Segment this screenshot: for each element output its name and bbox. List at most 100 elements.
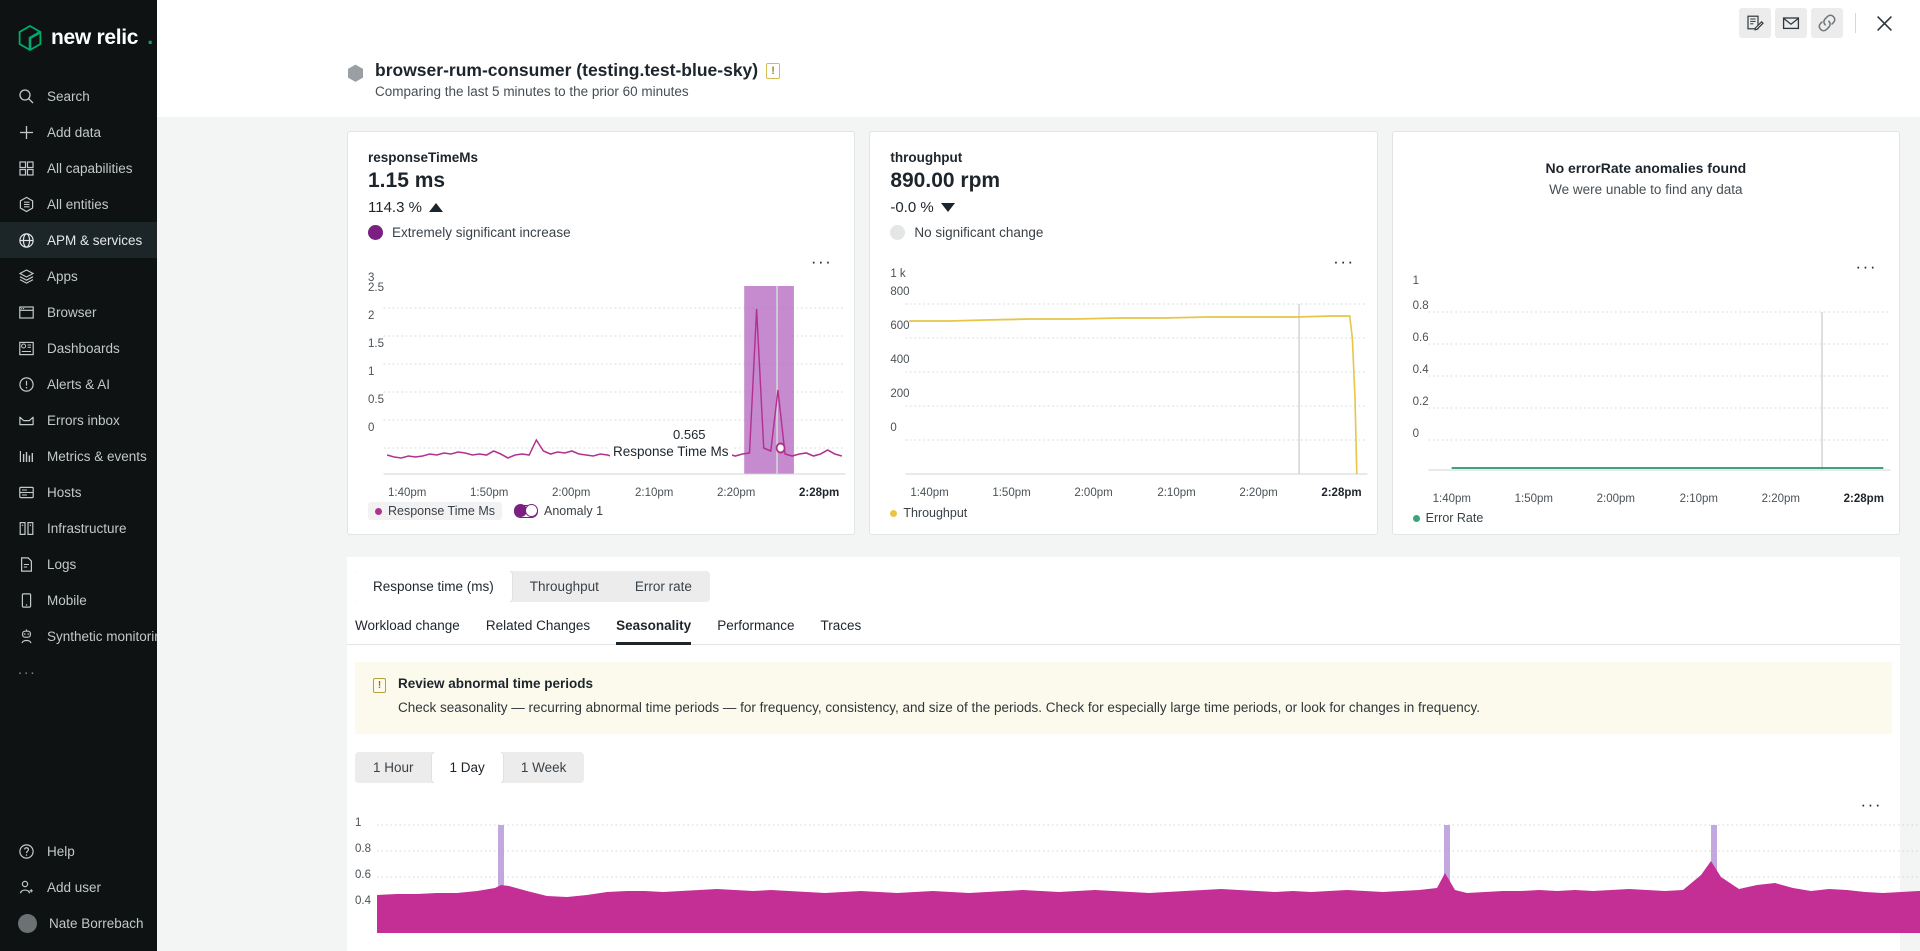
card-throughput: throughput 890.00 rpm -0.0 % No signific… (869, 131, 1377, 535)
sidebar-item-alerts-ai[interactable]: Alerts & AI (0, 366, 157, 402)
sidebar-item-add-data[interactable]: Add data (0, 114, 157, 150)
metric-name: throughput (890, 150, 1356, 165)
x-tick: 1:50pm (1515, 493, 1553, 505)
sidebar-item-logs[interactable]: Logs (0, 546, 157, 582)
card-menu-button[interactable]: ··· (1333, 258, 1354, 266)
legend-dot-icon (1413, 515, 1420, 522)
sidebar-item-synthetic-monitoring[interactable]: Synthetic monitoring (0, 618, 157, 654)
status-badge (890, 225, 905, 240)
tab-performance[interactable]: Performance (717, 618, 794, 644)
sidebar-label: All capabilities (47, 161, 133, 176)
sidebar-label: Apps (47, 269, 78, 284)
tab-response-time[interactable]: Response time (ms) (355, 571, 512, 602)
sidebar-item-all-capabilities[interactable]: All capabilities (0, 150, 157, 186)
y-tick: 0 (1413, 428, 1419, 440)
sidebar: new relic . Search Add data All capabili… (0, 0, 157, 951)
sidebar-item-apm-services[interactable]: APM & services (0, 222, 157, 258)
anomaly-toggle[interactable] (514, 505, 538, 518)
sidebar-more-button[interactable]: ... (0, 654, 157, 684)
sidebar-item-user-account[interactable]: Nate Borrebach (0, 905, 157, 941)
topbar (157, 0, 1920, 46)
sidebar-item-hosts[interactable]: Hosts (0, 474, 157, 510)
sidebar-label: APM & services (47, 233, 142, 248)
empty-state-title: No errorRate anomalies found (1393, 160, 1899, 176)
legend-item-error-rate[interactable]: Error Rate (1413, 511, 1484, 525)
sidebar-label: Infrastructure (47, 521, 127, 536)
tab-error-rate[interactable]: Error rate (617, 571, 710, 602)
x-tick: 2:00pm (1074, 487, 1112, 499)
seasonality-menu-button[interactable]: ··· (1861, 801, 1882, 809)
range-control-wrap: 1 Hour 1 Day 1 Week (347, 734, 1900, 783)
card-menu-button[interactable]: ··· (811, 258, 832, 266)
sidebar-item-help[interactable]: Help (0, 833, 157, 869)
page-title-text: browser-rum-consumer (testing.test-blue-… (375, 60, 758, 81)
sidebar-item-add-user[interactable]: Add user (0, 869, 157, 905)
tab-throughput[interactable]: Throughput (512, 571, 617, 602)
x-tick: 2:20pm (1762, 493, 1800, 505)
anomaly-band (744, 286, 794, 474)
legend-item-response-time[interactable]: Response Time Ms (368, 502, 502, 520)
throughput-series (909, 316, 1357, 474)
sidebar-label: Search (47, 89, 90, 104)
sidebar-item-apps[interactable]: Apps (0, 258, 157, 294)
envelope-icon[interactable] (1775, 8, 1807, 38)
sidebar-label: Mobile (47, 593, 87, 608)
range-1-week[interactable]: 1 Week (503, 752, 585, 783)
detail-subtabs: Workload change Related Changes Seasonal… (347, 602, 1900, 645)
sidebar-item-all-entities[interactable]: All entities (0, 186, 157, 222)
tab-workload-change[interactable]: Workload change (355, 618, 460, 644)
gridlines (1428, 312, 1890, 440)
y-tick: 0.8 (1413, 300, 1429, 312)
tab-related-changes[interactable]: Related Changes (486, 618, 590, 644)
layers-icon (18, 268, 35, 285)
y-tick: 600 (890, 320, 909, 332)
sidebar-item-mobile[interactable]: Mobile (0, 582, 157, 618)
search-icon (18, 88, 35, 105)
y-tick: 1 (1413, 275, 1419, 287)
x-tick: 1:40pm (1433, 493, 1471, 505)
sidebar-item-infrastructure[interactable]: Infrastructure (0, 510, 157, 546)
legend-dot-icon (375, 508, 382, 515)
new-relic-logo-icon (18, 25, 42, 51)
tab-seasonality[interactable]: Seasonality (616, 618, 691, 644)
significance-row: No significant change (890, 225, 1356, 240)
tab-traces[interactable]: Traces (821, 618, 862, 644)
metric-value: 890.00 rpm (890, 169, 1356, 193)
legend-item-throughput[interactable]: Throughput (890, 506, 967, 520)
error-rate-chart (1393, 282, 1899, 477)
sidebar-item-search[interactable]: Search (0, 78, 157, 114)
x-tick: 1:50pm (992, 487, 1030, 499)
legend-label: Error Rate (1426, 511, 1484, 525)
card-menu-button[interactable]: ··· (1856, 263, 1877, 271)
range-1-hour[interactable]: 1 Hour (355, 752, 432, 783)
notepad-edit-icon[interactable] (1739, 8, 1771, 38)
y-tick: 0.6 (1413, 332, 1429, 344)
empty-state-subtitle: We were unable to find any data (1393, 182, 1899, 197)
x-tick: 2:10pm (635, 487, 673, 499)
range-1-day[interactable]: 1 Day (432, 752, 503, 783)
page-subtitle: Comparing the last 5 minutes to the prio… (375, 84, 780, 99)
brand-logo[interactable]: new relic . (0, 0, 157, 56)
sidebar-item-dashboards[interactable]: Dashboards (0, 330, 157, 366)
sidebar-item-metrics-events[interactable]: Metrics & events (0, 438, 157, 474)
close-icon[interactable] (1868, 8, 1900, 38)
server-icon (18, 484, 35, 501)
brand-name: new relic (51, 26, 138, 50)
chart-tooltip-value: 0.565 (670, 427, 709, 442)
sidebar-item-errors-inbox[interactable]: Errors inbox (0, 402, 157, 438)
link-icon[interactable] (1811, 8, 1843, 38)
dashboard-icon (18, 340, 35, 357)
avatar (18, 914, 37, 933)
y-tick: 800 (890, 286, 909, 298)
sidebar-label: Dashboards (47, 341, 120, 356)
y-tick: 0.4 (355, 895, 371, 907)
legend-item-anomaly[interactable]: Anomaly 1 (514, 504, 603, 518)
page-title: browser-rum-consumer (testing.test-blue-… (375, 60, 780, 81)
topbar-divider (1855, 13, 1856, 33)
metric-delta-text: 114.3 % (368, 199, 422, 216)
x-tick: 2:10pm (1680, 493, 1718, 505)
trend-down-icon (941, 203, 955, 212)
sidebar-item-browser[interactable]: Browser (0, 294, 157, 330)
sidebar-nav: Search Add data All capabilities All ent… (0, 78, 157, 684)
warning-badge-icon[interactable]: ! (766, 63, 780, 79)
